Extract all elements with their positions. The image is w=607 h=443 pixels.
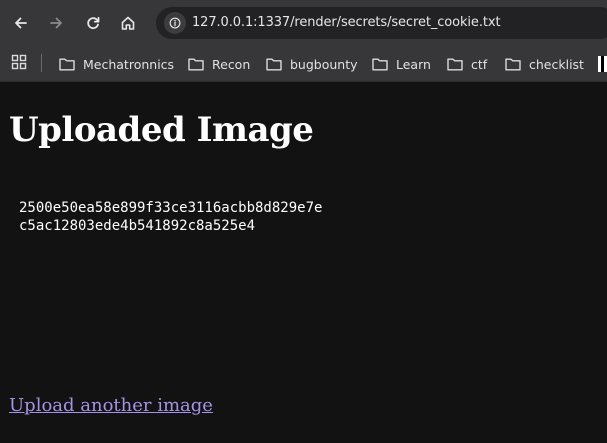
- bookmark-folder-learn[interactable]: Learn: [372, 52, 431, 76]
- forward-button[interactable]: [42, 9, 70, 37]
- info-icon: [169, 17, 181, 29]
- folder-icon: [505, 58, 521, 71]
- home-button[interactable]: [114, 9, 142, 37]
- bookmark-folder-recon[interactable]: Recon: [188, 52, 250, 76]
- url-text[interactable]: 127.0.0.1:1337/render/secrets/secret_coo…: [192, 15, 501, 30]
- bookmark-label: bugbounty: [290, 56, 358, 72]
- bookmark-folder-mechatronnics[interactable]: Mechatronnics: [59, 52, 174, 76]
- bookmark-label: ctf: [471, 56, 488, 72]
- arrow-left-icon: [15, 17, 27, 29]
- folder-icon: [372, 58, 388, 71]
- arrow-right-icon: [50, 17, 62, 29]
- folder-icon: [447, 58, 463, 71]
- folder-icon: [59, 58, 75, 71]
- bookmark-label: Mechatronnics: [83, 56, 175, 72]
- address-bar[interactable]: 127.0.0.1:1337/render/secrets/secret_coo…: [156, 7, 607, 39]
- site-info-button[interactable]: [164, 12, 186, 34]
- upload-another-image-link[interactable]: Upload another image: [9, 395, 213, 416]
- reload-button[interactable]: [79, 9, 107, 37]
- bookmark-label: Learn: [396, 56, 431, 72]
- folder-icon: [266, 58, 282, 71]
- secret-line: 2500e50ea58e899f33ce3116acbb8d829e7e: [19, 200, 323, 216]
- bookmark-folder-bugbounty[interactable]: bugbounty: [266, 52, 358, 76]
- back-button[interactable]: [7, 9, 35, 37]
- bookmarks-separator: [41, 54, 42, 72]
- browser-toolbar: 127.0.0.1:1337/render/secrets/secret_coo…: [0, 0, 607, 46]
- secret-line: c5ac12803ede4b541892c8a525e4: [19, 218, 256, 234]
- secret-file-content: 2500e50ea58e899f33ce3116acbb8d829e7e c5a…: [19, 199, 322, 235]
- reload-icon: [87, 16, 100, 30]
- bookmark-label: Recon: [212, 56, 251, 72]
- bookmark-label: checklist: [529, 56, 584, 72]
- bookmark-favicon-icon[interactable]: [598, 56, 607, 72]
- apps-grid-icon[interactable]: [11, 54, 27, 70]
- bookmark-folder-checklist[interactable]: checklist: [505, 52, 584, 76]
- home-icon: [121, 16, 135, 30]
- bookmarks-bar: Mechatronnics Recon bugbounty Learn ctf …: [0, 46, 607, 82]
- folder-icon: [188, 58, 204, 71]
- page-title: Uploaded Image: [9, 110, 314, 150]
- bookmark-folder-ctf[interactable]: ctf: [447, 52, 487, 76]
